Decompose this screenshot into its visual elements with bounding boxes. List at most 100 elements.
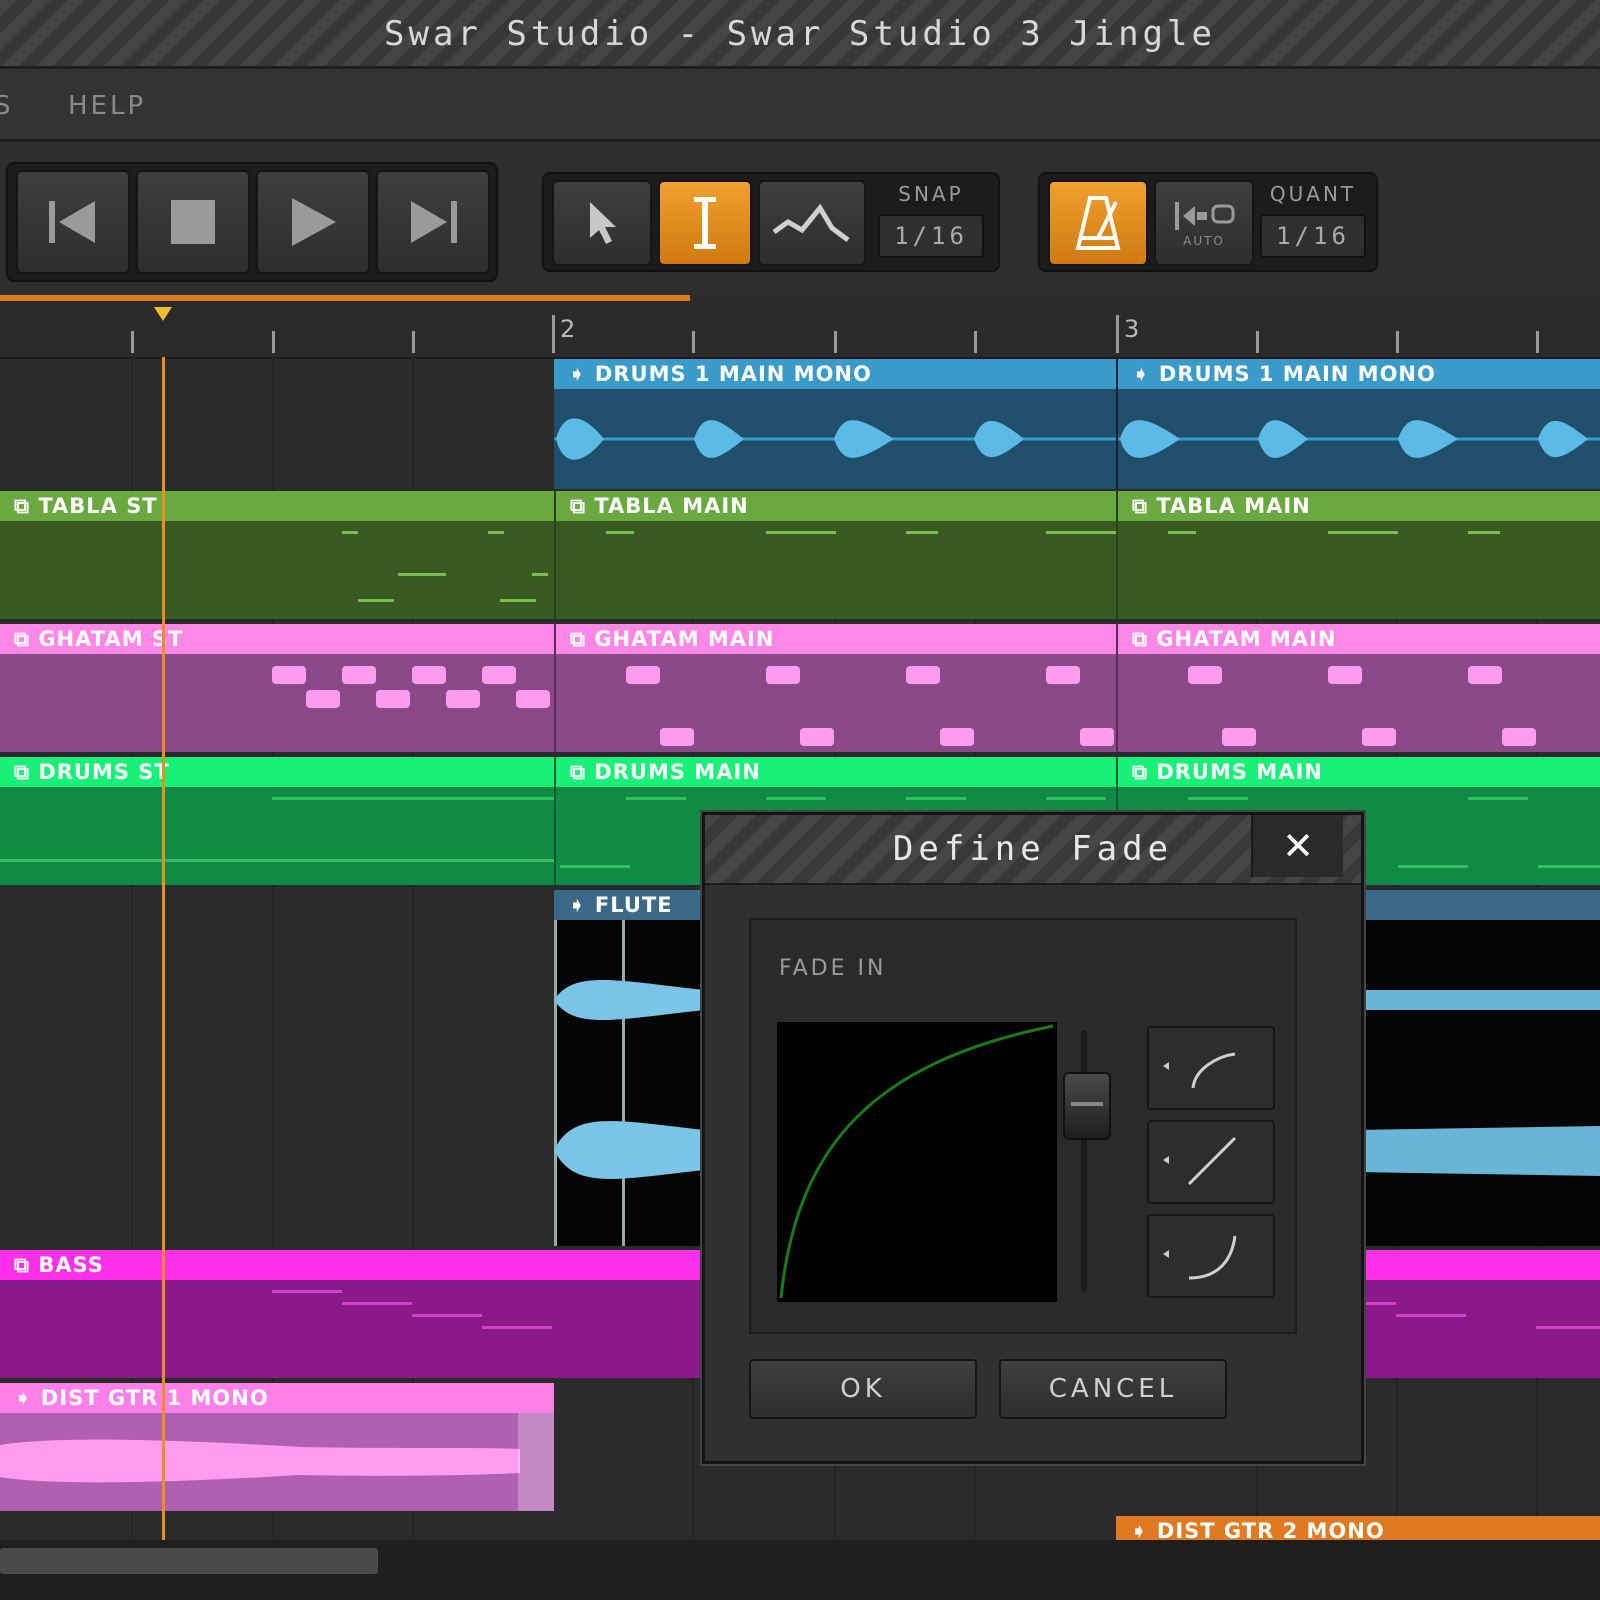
tools-group: SNAP 1/16 [542, 172, 1000, 272]
midi-note [272, 797, 554, 800]
play-button[interactable] [256, 170, 370, 274]
midi-note [906, 531, 938, 534]
audio-icon: ➧ [14, 1386, 41, 1410]
quant-control[interactable]: QUANT 1/16 [1254, 178, 1372, 264]
ruler-tick [272, 331, 275, 353]
stop-button[interactable] [136, 170, 250, 274]
skip-forward-button[interactable] [376, 170, 490, 274]
fade-curve-graph [777, 1022, 1057, 1302]
automation-tool-button[interactable] [758, 180, 866, 266]
loop-icon: ⧉ [1132, 627, 1157, 651]
loop-icon: ⧉ [14, 760, 39, 784]
menu-item-help[interactable]: HELP [68, 91, 146, 121]
loop-icon: ⧉ [570, 760, 595, 784]
audio-icon: ➧ [568, 362, 595, 386]
midi-note [1046, 797, 1106, 800]
fade-shape-exp-button[interactable] [1147, 1214, 1275, 1298]
rewind-button[interactable] [16, 170, 130, 274]
fade-shape-log-button[interactable] [1147, 1026, 1275, 1110]
cancel-button[interactable]: CANCEL [999, 1359, 1227, 1419]
midi-note [1468, 531, 1500, 534]
waveform [1118, 420, 1600, 458]
fade-curve [779, 1024, 1054, 1299]
loop-icon: ⧉ [14, 627, 39, 651]
playhead-line[interactable] [162, 357, 165, 1543]
stop-icon [171, 200, 215, 244]
midi-note [532, 573, 548, 576]
clip-header: ➧ DRUMS 1 MAIN MONO [1118, 359, 1600, 389]
clip-header: ⧉ DRUMS MAIN [556, 757, 1118, 787]
curve-slider-track[interactable] [1081, 1030, 1087, 1292]
ok-button[interactable]: OK [749, 1359, 977, 1419]
midi-note [626, 797, 686, 800]
dialog-title-bar[interactable]: Define Fade ✕ [705, 815, 1361, 885]
midi-note [342, 666, 376, 684]
menu-item-partial[interactable]: S [0, 91, 14, 121]
ruler-tick [834, 331, 837, 353]
midi-note [0, 859, 554, 862]
midi-clip-tabla-st[interactable]: ⧉ TABLA ST [0, 491, 554, 619]
clip-name: BASS [38, 1253, 104, 1277]
range-tool-button[interactable] [658, 180, 752, 266]
clip-header: ⧉ GHATAM MAIN [556, 624, 1118, 654]
audio-clip-drums1-2[interactable]: ➧ DRUMS 1 MAIN MONO [1116, 359, 1600, 489]
quant-value[interactable]: 1/16 [1260, 214, 1366, 258]
title-bar: Swar Studio - Swar Studio 3 Jingle [0, 0, 1600, 69]
midi-note [412, 1314, 482, 1317]
ruler-tick [692, 331, 695, 353]
midi-note [412, 666, 446, 684]
midi-note [1328, 531, 1398, 534]
midi-note [906, 797, 966, 800]
curve-slider-thumb[interactable] [1063, 1072, 1111, 1140]
midi-clip-drums-st[interactable]: ⧉ DRUMS ST [0, 757, 554, 885]
snap-control[interactable]: SNAP 1/16 [872, 178, 990, 264]
midi-note [342, 531, 358, 534]
ruler-tick [1536, 331, 1539, 353]
timeline-ruler[interactable]: 2 3 [0, 301, 1600, 359]
clip-name: DRUMS 1 MAIN MONO [594, 362, 872, 386]
waveform [0, 1413, 554, 1511]
midi-note [1188, 666, 1222, 684]
clip-header: ⧉ GHATAM ST [0, 624, 554, 654]
midi-note [272, 1290, 342, 1293]
midi-clip-ghatam-st[interactable]: ⧉ GHATAM ST [0, 624, 554, 752]
punch-in-icon [1175, 202, 1235, 230]
midi-note [766, 666, 800, 684]
audio-clip-drums1[interactable]: ➧ DRUMS 1 MAIN MONO [554, 359, 1116, 489]
transport-group [6, 162, 498, 282]
scrollbar-thumb[interactable] [0, 1548, 378, 1574]
midi-note [376, 690, 410, 708]
midi-note [482, 1326, 552, 1329]
clip-header: ⧉ TABLA ST [0, 491, 554, 521]
audio-clip-dist-gtr1[interactable]: ➧ DIST GTR 1 MONO [0, 1383, 554, 1511]
ruler-bar-line [1116, 315, 1119, 353]
auto-punch-button[interactable]: AUTO [1154, 180, 1254, 266]
ruler-tick [131, 331, 134, 353]
fade-panel: FADE IN [749, 918, 1297, 1334]
fade-shape-linear-button[interactable] [1147, 1120, 1275, 1204]
playhead-marker-icon[interactable] [154, 307, 172, 321]
skip-back-icon [49, 201, 95, 243]
select-tool-button[interactable] [552, 180, 652, 266]
midi-note [560, 865, 630, 868]
midi-clip-ghatam-main[interactable]: ⧉ GHATAM MAIN [554, 624, 1118, 752]
midi-clip-tabla-main-2[interactable]: ⧉ TABLA MAIN [1116, 491, 1600, 619]
clip-name: FLUTE [594, 893, 673, 917]
clip-name: TABLA MAIN [594, 494, 749, 518]
metronome-button[interactable] [1048, 180, 1148, 266]
clip-name: TABLA ST [38, 494, 158, 518]
midi-note [800, 728, 834, 746]
midi-clip-tabla-main[interactable]: ⧉ TABLA MAIN [554, 491, 1118, 619]
midi-clip-ghatam-main-2[interactable]: ⧉ GHATAM MAIN [1116, 624, 1600, 752]
close-button[interactable]: ✕ [1251, 815, 1343, 877]
snap-value[interactable]: 1/16 [878, 214, 984, 258]
midi-note [1168, 531, 1196, 534]
midi-note [1538, 865, 1600, 868]
horizontal-scrollbar[interactable] [0, 1540, 1600, 1600]
midi-note [342, 1302, 412, 1305]
midi-note [1536, 1326, 1600, 1329]
midi-note [606, 531, 634, 534]
fade-type-label: FADE IN [779, 956, 887, 981]
menu-bar: S HELP [0, 69, 1600, 142]
metronome-group: AUTO QUANT 1/16 [1038, 172, 1378, 272]
